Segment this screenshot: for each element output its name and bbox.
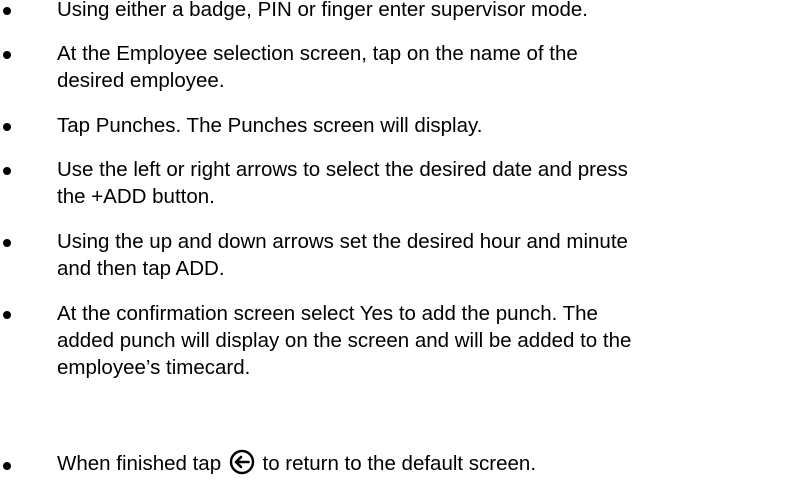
list-item-line: At the confirmation screen select Yes to… <box>57 302 598 325</box>
back-arrow-circle-icon <box>229 449 255 475</box>
list-item-line: and then tap ADD. <box>57 257 225 280</box>
bullet-dot <box>3 167 11 175</box>
instruction-document: Using either a badge, PIN or finger ente… <box>0 0 804 483</box>
bullet-dot <box>3 311 11 319</box>
list-item-line: Using the up and down arrows set the des… <box>57 230 628 253</box>
bullet-dot <box>3 51 11 59</box>
bullet-dot <box>3 462 11 470</box>
list-item-line: added punch will display on the screen a… <box>57 329 632 352</box>
list-item-line: At the Employee selection screen, tap on… <box>57 42 578 65</box>
list-item-line: desired employee. <box>57 69 225 92</box>
list-item-line: Use the left or right arrows to select t… <box>57 158 628 181</box>
bullet-dot <box>3 123 11 131</box>
list-item-line: the +ADD button. <box>57 185 215 208</box>
list-item-line: When finished tap to return to the defau… <box>57 449 802 478</box>
list-item-line: Tap Punches. The Punches screen will dis… <box>57 114 483 137</box>
bullet-dot <box>3 239 11 247</box>
list-item-line: Using either a badge, PIN or finger ente… <box>57 0 588 21</box>
list-item-text: to return to the default screen. <box>262 452 537 475</box>
list-item-text: When finished tap <box>57 452 222 475</box>
bullet-dot <box>3 7 11 15</box>
list-item-line: employee’s timecard. <box>57 356 251 379</box>
